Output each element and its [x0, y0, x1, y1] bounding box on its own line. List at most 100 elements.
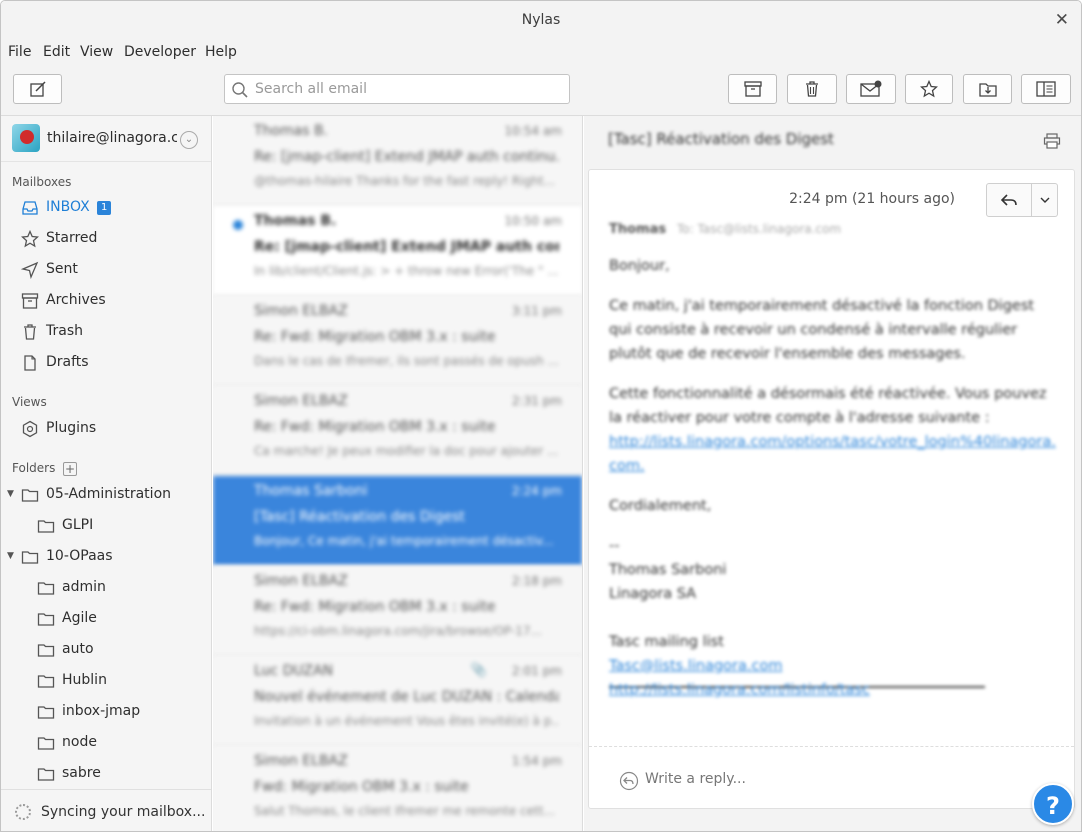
- star-icon: [21, 230, 39, 248]
- mailing-list-url-link[interactable]: http://lists.linagora.com/listinfo/tasc: [609, 678, 1059, 702]
- folder-item[interactable]: ▼ 10-OPaas: [1, 543, 211, 571]
- star-button[interactable]: [905, 74, 953, 104]
- message-snippet: Dans le cas de Ifremer, ils sont passés …: [254, 354, 559, 368]
- sidebar-item-label: Sent: [46, 261, 78, 277]
- compose-button[interactable]: [13, 74, 62, 104]
- folder-icon: [37, 768, 55, 781]
- sidebar-item-inbox[interactable]: INBOX 1: [1, 194, 211, 222]
- folder-item[interactable]: ▼ 05-Administration: [1, 481, 211, 509]
- avatar: [12, 124, 40, 152]
- message-time: 2:18 pm: [511, 574, 562, 588]
- folder-item[interactable]: Agile: [1, 605, 211, 633]
- search-icon: [232, 82, 248, 98]
- message-row[interactable]: Simon ELBAZ 3:11 pm Re: Fwd: Migration O…: [213, 296, 582, 386]
- reply-button[interactable]: [986, 183, 1032, 217]
- folder-icon: [37, 613, 55, 626]
- sidebar-item-plugins[interactable]: Plugins: [1, 415, 211, 443]
- message-subject: Re: Fwd: Migration OBM 3.x : suite: [254, 599, 496, 615]
- collapse-toggle-icon[interactable]: ▼: [7, 489, 14, 499]
- menu-view[interactable]: View: [80, 44, 113, 60]
- sidebar-item-trash[interactable]: Trash: [1, 318, 211, 346]
- sidebar-item-sent[interactable]: Sent: [1, 256, 211, 284]
- message-time: 3:11 pm: [511, 304, 562, 318]
- compose-icon: [29, 81, 46, 97]
- mark-unread-button[interactable]: [846, 74, 896, 104]
- menu-help[interactable]: Help: [205, 44, 237, 60]
- add-folder-button[interactable]: +: [63, 462, 77, 476]
- message-snippet: @thomas-hilaire Thanks for the fast repl…: [254, 174, 555, 188]
- message-sender: Simon ELBAZ: [254, 753, 348, 769]
- close-window-button[interactable]: ✕: [1055, 1, 1069, 40]
- message-subject: Re: [jmap-client] Extend JMAP auth conti…: [254, 239, 559, 255]
- body-closing: Cordialement,: [609, 498, 712, 514]
- folder-icon: [37, 520, 55, 533]
- message-row[interactable]: Simon ELBAZ 2:31 pm Re: Fwd: Migration O…: [213, 386, 582, 476]
- folder-item[interactable]: GLPI: [1, 512, 211, 540]
- sidebar-item-archives[interactable]: Archives: [1, 287, 211, 315]
- sidebar-item-label: Plugins: [46, 420, 97, 436]
- message-row[interactable]: Simon ELBAZ 2:18 pm Re: Fwd: Migration O…: [213, 566, 582, 656]
- message-row[interactable]: Luc DUZAN 📎 2:01 pm Nouvel événement de …: [213, 656, 582, 746]
- sidebar-item-label: Drafts: [46, 354, 89, 370]
- menu-file[interactable]: File: [8, 44, 31, 60]
- sync-status: Syncing your mailbox...: [1, 789, 211, 831]
- mailing-list-email-link[interactable]: Tasc@lists.linagora.com: [609, 654, 1059, 678]
- message-timestamp: 2:24 pm (21 hours ago): [789, 191, 955, 207]
- message-sender: Simon ELBAZ: [254, 393, 348, 409]
- help-button[interactable]: ?: [1032, 783, 1074, 825]
- search-box[interactable]: [224, 74, 570, 104]
- menu-edit[interactable]: Edit: [43, 44, 70, 60]
- message-snippet: Bonjour, Ce matin, j'ai temporairement d…: [254, 534, 554, 548]
- sync-status-text: Syncing your mailbox...: [41, 804, 206, 820]
- account-switcher[interactable]: thilaire@linagora.c... ⌄: [1, 116, 211, 162]
- title-bar: Nylas ✕: [1, 1, 1081, 40]
- trash-button[interactable]: [787, 74, 837, 104]
- sidebar-item-label: INBOX: [46, 199, 90, 215]
- archive-button[interactable]: [728, 74, 777, 104]
- folder-label: inbox-jmap: [62, 703, 141, 719]
- signature-name: Thomas Sarboni: [609, 562, 727, 578]
- sidebar-item-starred[interactable]: Starred: [1, 225, 211, 253]
- message-row[interactable]: Thomas B. 10:50 am Re: [jmap-client] Ext…: [213, 206, 582, 296]
- message-to: To: Tasc@lists.linagora.com: [677, 222, 842, 236]
- message-sender: Luc DUZAN: [254, 663, 333, 679]
- folders-heading: Folders: [12, 461, 56, 475]
- drafts-icon: [24, 355, 36, 371]
- folder-label: 05-Administration: [46, 486, 172, 502]
- folder-item[interactable]: node: [1, 729, 211, 757]
- message-row[interactable]: Simon ELBAZ 1:54 pm Fwd: Migration OBM 3…: [213, 746, 582, 831]
- menu-developer[interactable]: Developer: [124, 44, 196, 60]
- chevron-down-icon[interactable]: ⌄: [180, 131, 198, 149]
- folder-item[interactable]: inbox-jmap: [1, 698, 211, 726]
- search-input[interactable]: [255, 78, 555, 100]
- folder-item[interactable]: Hublin: [1, 667, 211, 695]
- message-card: 2:24 pm (21 hours ago) Thomas To: Tasc@l…: [588, 169, 1075, 809]
- menu-bar: File Edit View Developer Help: [1, 40, 1081, 66]
- quick-reply[interactable]: Write a reply...: [589, 746, 1074, 808]
- print-icon[interactable]: [1043, 133, 1061, 149]
- move-to-folder-button[interactable]: [963, 74, 1012, 104]
- folder-icon: [37, 675, 55, 688]
- message-row[interactable]: Thomas B. 10:54 am Re: [jmap-client] Ext…: [213, 116, 582, 206]
- message-subject: [Tasc] Réactivation des Digest: [254, 509, 465, 525]
- toggle-panel-button[interactable]: [1021, 74, 1071, 104]
- spinner-icon: [15, 804, 31, 820]
- message-time: 1:54 pm: [511, 754, 562, 768]
- folder-item[interactable]: auto: [1, 636, 211, 664]
- collapse-toggle-icon[interactable]: ▼: [7, 551, 14, 561]
- message-subject: Re: [jmap-client] Extend JMAP auth conti…: [254, 149, 559, 165]
- body-paragraph: Cette fonctionnalité a désormais été réa…: [609, 386, 1047, 426]
- message-row-selected[interactable]: Thomas Sarboni 2:24 pm [Tasc] Réactivati…: [213, 476, 582, 566]
- trash-icon: [806, 81, 818, 97]
- archive-icon: [21, 293, 39, 309]
- folder-icon: [21, 489, 39, 502]
- sidebar-item-drafts[interactable]: Drafts: [1, 349, 211, 377]
- reply-placeholder: Write a reply...: [645, 771, 746, 787]
- body-paragraph: Ce matin, j'ai temporairement désactivé …: [609, 298, 1035, 362]
- folder-label: node: [62, 734, 97, 750]
- folder-item[interactable]: sabre: [1, 760, 211, 788]
- reply-options-button[interactable]: [1032, 183, 1058, 217]
- body-link[interactable]: http://lists.linagora.com/options/tasc/v…: [609, 430, 1059, 478]
- attachment-icon: 📎: [470, 663, 487, 678]
- folder-item[interactable]: admin: [1, 574, 211, 602]
